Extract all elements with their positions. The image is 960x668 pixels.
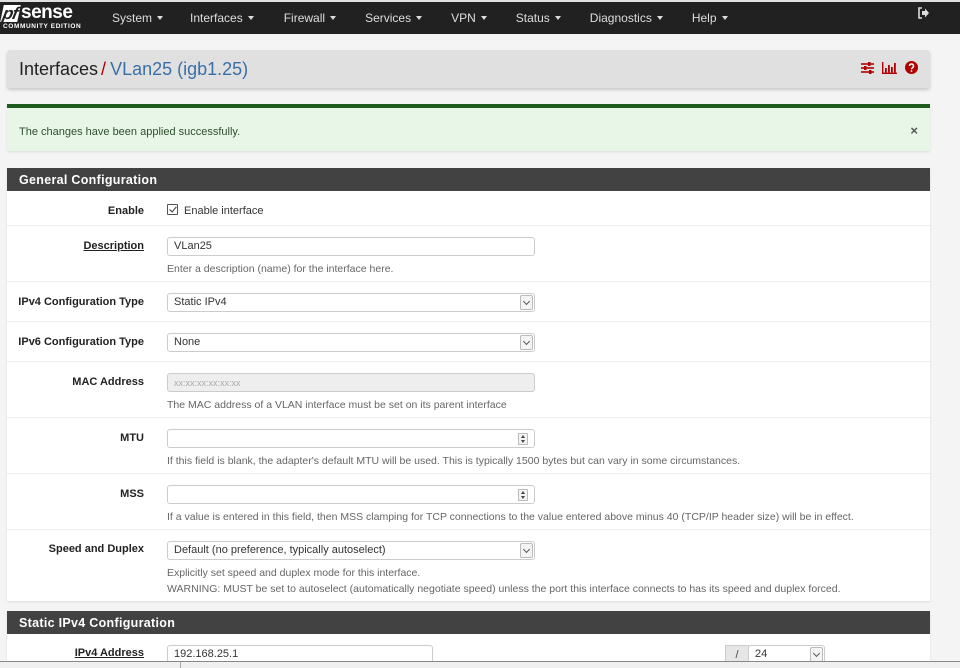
enable-checkbox[interactable]: Enable interface [167,204,264,217]
speed-duplex-select[interactable]: Default (no preference, typically autose… [167,541,535,560]
bar-chart-icon[interactable] [882,61,897,74]
field-label[interactable]: Description [83,240,144,252]
number-spinner-icon[interactable] [518,489,528,501]
sliders-icon[interactable] [861,61,874,74]
chevron-down-icon [520,335,533,350]
breadcrumb: Interfaces / VLan25 (igb1.25) [19,59,248,80]
mac-address-row: MAC Address xx:xx:xx:xx:xx:xx The MAC ad… [7,362,930,418]
caret-down-icon [330,16,337,20]
mac-address-input: xx:xx:xx:xx:xx:xx [167,373,535,392]
chevron-down-icon [810,647,823,662]
field-label: MSS [120,488,144,500]
select-value: Default (no preference, typically autose… [174,544,386,556]
caret-down-icon [480,16,487,20]
chevron-down-icon [520,295,533,310]
logo-mark: pf [0,4,21,23]
mtu-input[interactable] [167,429,535,448]
nav-menu: System Interfaces Firewall Services VPN … [112,2,728,34]
number-spinner-icon[interactable] [518,433,528,445]
caret-down-icon [416,16,423,20]
help-text: If a value is entered in this field, the… [167,511,854,523]
checkbox-checked-icon[interactable] [167,204,178,215]
ipv6-type-select[interactable]: None [167,333,535,352]
caret-down-icon [157,16,164,20]
warning-text: WARNING: MUST be set to autoselect (auto… [167,583,841,595]
header-icons [861,61,918,74]
help-text: The MAC address of a VLAN interface must… [167,399,507,411]
nav-diagnostics[interactable]: Diagnostics [590,11,663,25]
field-label: Speed and Duplex [48,543,144,555]
speed-duplex-row: Speed and Duplex Default (no preference,… [7,530,930,601]
breadcrumb-separator: / [101,59,107,79]
caret-down-icon [721,16,728,20]
help-text: Enter a description (name) for the inter… [167,263,394,275]
caret-down-icon [247,16,254,20]
help-icon[interactable] [905,61,918,74]
field-label: IPv6 Configuration Type [18,336,144,348]
page-header: Interfaces / VLan25 (igb1.25) [7,50,930,88]
mss-input[interactable] [167,485,535,504]
nav-interfaces[interactable]: Interfaces [190,11,254,25]
select-value: None [174,336,201,348]
description-row: Description VLan25 Enter a description (… [7,226,930,282]
caret-down-icon [656,16,663,20]
nav-label: Firewall [283,11,326,25]
nav-label: Services [365,11,412,25]
caret-down-icon [554,16,561,20]
logo-edition: COMMUNITY EDITION [3,23,82,30]
general-configuration-panel: General Configuration Enable Enable inte… [7,168,930,601]
enable-row: Enable Enable interface [7,191,930,226]
bottom-window-edge [0,661,960,668]
close-icon[interactable]: × [910,123,918,138]
logo-word: sense [21,2,73,23]
static-ipv4-panel: Static IPv4 Configuration IPv4 Address 1… [7,611,930,668]
field-label: IPv4 Configuration Type [18,296,144,308]
breadcrumb-current[interactable]: VLan25 (igb1.25) [110,59,248,79]
help-text: If this field is blank, the adapter's de… [167,455,741,467]
nav-firewall[interactable]: Firewall [283,11,337,25]
ipv6-type-row: IPv6 Configuration Type None [7,322,930,362]
nav-label: VPN [451,11,476,25]
top-navbar: pf sense COMMUNITY EDITION System Interf… [0,0,960,34]
help-text: Explicitly set speed and duplex mode for… [167,567,421,579]
ipv4-type-row: IPv4 Configuration Type Static IPv4 [7,282,930,322]
panel-title: General Configuration [7,168,930,191]
select-value: 24 [755,648,768,660]
nav-services[interactable]: Services [365,11,423,25]
select-value: Static IPv4 [174,296,227,308]
field-label: MTU [120,432,144,444]
nav-label: Help [691,11,717,25]
field-label: Enable [107,205,144,217]
chevron-down-icon [520,543,533,558]
alert-message: The changes have been applied successful… [19,126,241,138]
nav-label: Diagnostics [589,11,652,25]
ipv4-type-select[interactable]: Static IPv4 [167,293,535,312]
mtu-row: MTU If this field is blank, the adapter'… [7,418,930,474]
description-input[interactable]: VLan25 [167,237,535,256]
nav-label: System [112,11,153,25]
sign-out-icon[interactable] [917,7,930,22]
nav-vpn[interactable]: VPN [451,11,487,25]
checkbox-label: Enable interface [184,205,264,217]
nav-help[interactable]: Help [692,11,728,25]
pfsense-logo[interactable]: pf sense COMMUNITY EDITION [0,2,92,33]
success-alert: The changes have been applied successful… [7,104,930,151]
field-label: MAC Address [72,376,144,388]
nav-system[interactable]: System [112,11,164,25]
breadcrumb-section[interactable]: Interfaces [19,59,98,79]
field-label[interactable]: IPv4 Address [75,647,144,659]
mss-row: MSS If a value is entered in this field,… [7,474,930,530]
nav-label: Status [515,11,550,25]
nav-label: Interfaces [190,11,243,25]
panel-title: Static IPv4 Configuration [7,611,930,634]
nav-status[interactable]: Status [516,11,561,25]
